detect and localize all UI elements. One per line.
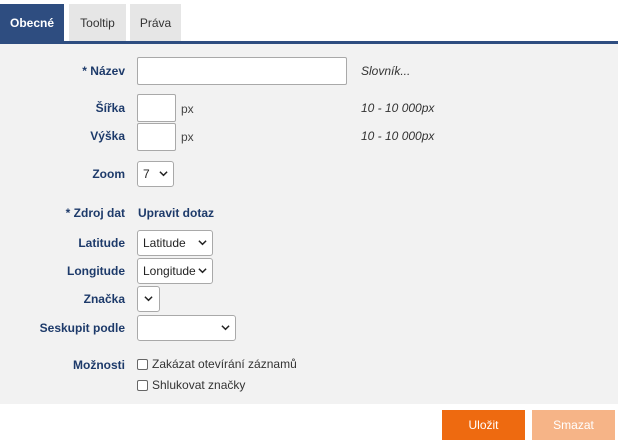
delete-button[interactable]: Smazat bbox=[532, 410, 615, 440]
zoom-value: 7 bbox=[143, 167, 150, 181]
znacka-label: Značka bbox=[83, 292, 125, 306]
longitude-select[interactable]: Longitude bbox=[137, 258, 213, 284]
zoom-select[interactable]: 7 bbox=[137, 161, 174, 187]
vyska-input[interactable] bbox=[137, 123, 176, 151]
option-label: Zakázat otevírání záznamů bbox=[152, 357, 297, 371]
checkbox[interactable] bbox=[137, 358, 148, 370]
zoom-label: Zoom bbox=[92, 167, 125, 181]
tab-prava[interactable]: Práva bbox=[130, 4, 181, 42]
longitude-value: Longitude bbox=[143, 264, 196, 278]
tab-bar: Obecné Tooltip Práva bbox=[0, 0, 618, 44]
zdroj-label: * Zdroj dat bbox=[65, 206, 125, 220]
tab-tooltip[interactable]: Tooltip bbox=[69, 4, 126, 42]
form-panel bbox=[0, 44, 618, 404]
nazev-label: * Název bbox=[82, 64, 125, 78]
save-button[interactable]: Uložit bbox=[442, 410, 525, 440]
option-zakazat-otevirani[interactable]: Zakázat otevírání záznamů bbox=[137, 357, 297, 371]
moznosti-label: Možnosti bbox=[73, 358, 125, 372]
latitude-label: Latitude bbox=[78, 236, 125, 250]
tab-obecne[interactable]: Obecné bbox=[0, 4, 64, 42]
chevron-down-icon bbox=[159, 171, 168, 177]
option-shlukovat-znacky[interactable]: Shlukovat značky bbox=[137, 378, 245, 392]
chevron-down-icon bbox=[198, 240, 207, 246]
sirka-unit: px bbox=[181, 102, 194, 116]
nazev-input[interactable] bbox=[137, 57, 347, 85]
latitude-select[interactable]: Latitude bbox=[137, 230, 213, 256]
longitude-label: Longitude bbox=[67, 264, 125, 278]
sirka-input[interactable] bbox=[137, 94, 176, 122]
checkbox[interactable] bbox=[137, 379, 148, 391]
seskupit-select[interactable] bbox=[137, 315, 236, 341]
chevron-down-icon bbox=[198, 268, 207, 274]
chevron-down-icon bbox=[221, 325, 230, 331]
latitude-value: Latitude bbox=[143, 236, 186, 250]
seskupit-label: Seskupit podle bbox=[39, 321, 125, 335]
znacka-select[interactable] bbox=[137, 286, 160, 312]
sirka-hint: 10 - 10 000px bbox=[361, 101, 435, 115]
option-label: Shlukovat značky bbox=[152, 378, 246, 392]
vyska-unit: px bbox=[181, 130, 194, 144]
vyska-hint: 10 - 10 000px bbox=[361, 129, 435, 143]
vyska-label: Výška bbox=[90, 129, 125, 143]
chevron-down-icon bbox=[144, 296, 153, 302]
nazev-hint: Slovník... bbox=[361, 64, 411, 78]
sirka-label: Šířka bbox=[95, 101, 125, 115]
upravit-dotaz-link[interactable]: Upravit dotaz bbox=[138, 206, 214, 220]
